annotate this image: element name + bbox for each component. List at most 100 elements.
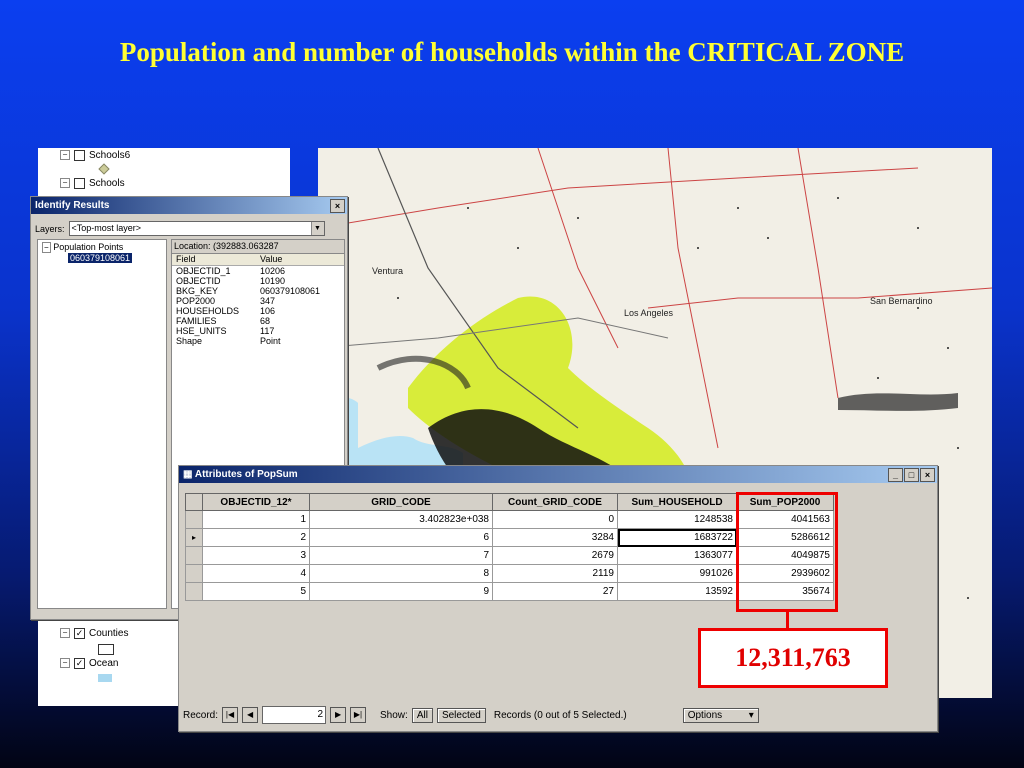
collapse-icon[interactable]: − xyxy=(60,628,70,638)
callout-connector xyxy=(786,609,789,630)
table-cell[interactable]: 2679 xyxy=(492,546,618,565)
record-label: Record: xyxy=(183,709,219,721)
row-selector-header[interactable] xyxy=(185,493,203,511)
table-cell[interactable]: 3.402823e+038 xyxy=(309,510,493,529)
prev-record-icon[interactable]: ◀ xyxy=(242,707,259,723)
field-header: Field xyxy=(176,254,196,264)
field-name: HOUSEHOLDS xyxy=(176,306,240,316)
window-title: Identify Results xyxy=(35,200,110,211)
maximize-icon[interactable]: □ xyxy=(904,468,919,482)
options-button[interactable]: Options ▾ xyxy=(682,707,759,723)
identify-row: OBJECTID 10190 xyxy=(172,276,344,286)
toc-layer-schools6[interactable]: − Schools6 xyxy=(60,148,130,162)
layer-checkbox[interactable]: ✓ xyxy=(74,627,85,639)
collapse-icon[interactable]: − xyxy=(60,150,70,160)
table-cell[interactable]: 6 xyxy=(309,528,493,547)
table-cell[interactable]: 3284 xyxy=(492,528,618,547)
identify-titlebar[interactable]: Identify Results × xyxy=(31,197,347,214)
field-name: BKG_KEY xyxy=(176,286,219,296)
field-name: OBJECTID_1 xyxy=(176,266,231,276)
location-readout: Location: (392883.063287 xyxy=(172,240,344,254)
table-cell[interactable]: 3 xyxy=(202,546,310,565)
field-name: HSE_UNITS xyxy=(176,326,227,336)
minimize-icon[interactable]: _ xyxy=(888,468,903,482)
table-cell[interactable]: 9 xyxy=(309,582,493,601)
column-header[interactable]: GRID_CODE xyxy=(309,493,493,511)
layer-label: Schools xyxy=(89,177,125,189)
field-name: POP2000 xyxy=(176,296,216,306)
close-icon[interactable]: × xyxy=(920,468,935,482)
collapse-icon[interactable]: − xyxy=(60,658,70,668)
column-header[interactable]: Sum_HOUSEHOLD xyxy=(617,493,737,511)
tree-item-label: 060379108061 xyxy=(68,253,133,263)
row-selector[interactable] xyxy=(185,582,203,601)
collapse-icon[interactable]: − xyxy=(60,178,70,188)
toc-layer-counties[interactable]: − ✓ Counties xyxy=(60,626,128,640)
field-value: 117 xyxy=(260,326,275,336)
layer-checkbox[interactable] xyxy=(74,177,85,189)
county-symbol-icon xyxy=(98,644,114,655)
table-cell[interactable]: 1 xyxy=(202,510,310,529)
table-cell[interactable]: 27 xyxy=(492,582,618,601)
table-cell[interactable]: 7 xyxy=(309,546,493,565)
show-selected-button[interactable]: Selected xyxy=(436,707,486,723)
identify-row: HOUSEHOLDS 106 xyxy=(172,306,344,316)
records-count: Records (0 out of 5 Selected.) xyxy=(493,709,627,721)
layers-dropdown-value: <Top-most layer> xyxy=(71,223,142,233)
identify-row: Shape Point xyxy=(172,336,344,346)
row-selector[interactable] xyxy=(185,564,203,583)
sum-pop-highlight-box xyxy=(736,492,838,612)
table-statusbar: Record: |◀ ◀ 2 ▶ ▶| Show: All Selected R… xyxy=(183,703,931,727)
row-selector[interactable] xyxy=(185,546,203,565)
collapse-icon[interactable]: − xyxy=(42,242,51,253)
next-record-icon[interactable]: ▶ xyxy=(330,707,347,723)
field-value: 10206 xyxy=(260,266,286,276)
field-name: FAMILIES xyxy=(176,316,217,326)
ocean-symbol-icon xyxy=(98,674,112,682)
chevron-down-icon[interactable]: ▼ xyxy=(310,222,324,235)
identify-row: BKG_KEY 060379108061 xyxy=(172,286,344,296)
row-selector[interactable]: ▸ xyxy=(185,528,203,547)
column-header[interactable]: OBJECTID_12* xyxy=(202,493,310,511)
last-record-icon[interactable]: ▶| xyxy=(350,707,367,723)
record-number-input[interactable]: 2 xyxy=(262,706,327,724)
attributes-titlebar[interactable]: ▦ Attributes of PopSum _ □ × xyxy=(179,466,937,483)
tree-item[interactable]: 060379108061 xyxy=(38,253,166,263)
identify-row: HSE_UNITS 117 xyxy=(172,326,344,336)
show-label: Show: xyxy=(380,709,408,721)
layer-label: Ocean xyxy=(89,657,119,669)
table-cell[interactable]: 1363077 xyxy=(617,546,737,565)
window-title: Attributes of PopSum xyxy=(194,469,298,480)
table-cell[interactable]: 8 xyxy=(309,564,493,583)
table-cell[interactable]: 13592 xyxy=(617,582,737,601)
table-cell[interactable]: 2119 xyxy=(492,564,618,583)
column-header[interactable]: Count_GRID_CODE xyxy=(492,493,618,511)
table-cell[interactable]: 4 xyxy=(202,564,310,583)
field-name: Shape xyxy=(176,336,203,346)
layer-label: Schools6 xyxy=(89,149,131,161)
first-record-icon[interactable]: |◀ xyxy=(222,707,239,723)
toc-layer-ocean[interactable]: − ✓ Ocean xyxy=(60,656,118,670)
identify-row: OBJECTID_1 10206 xyxy=(172,266,344,276)
identify-row: FAMILIES 68 xyxy=(172,316,344,326)
layer-checkbox[interactable]: ✓ xyxy=(74,657,85,669)
tree-root[interactable]: − Population Points xyxy=(38,240,166,253)
table-cell[interactable]: 1248538 xyxy=(617,510,737,529)
table-cell[interactable]: 0 xyxy=(492,510,618,529)
table-cell[interactable]: 5 xyxy=(202,582,310,601)
table-cell[interactable]: 2 xyxy=(202,528,310,547)
slide-title: Population and number of households with… xyxy=(119,37,905,67)
layers-dropdown[interactable]: <Top-most layer> ▼ xyxy=(68,221,325,236)
table-cell[interactable]: 991026 xyxy=(617,564,737,583)
close-icon[interactable]: × xyxy=(330,199,345,213)
toc-layer-schools[interactable]: − Schools xyxy=(60,176,125,190)
layer-checkbox[interactable] xyxy=(74,149,85,161)
chevron-down-icon: ▾ xyxy=(748,709,754,721)
table-icon: ▦ xyxy=(183,469,193,480)
show-all-button[interactable]: All xyxy=(411,707,433,723)
row-selector[interactable] xyxy=(185,510,203,529)
layers-label: Layers: xyxy=(35,223,65,234)
field-value: 347 xyxy=(260,296,276,306)
place-label-san-bernardino: San Bernardino xyxy=(870,296,933,306)
table-cell[interactable]: 1683722 xyxy=(617,528,737,547)
